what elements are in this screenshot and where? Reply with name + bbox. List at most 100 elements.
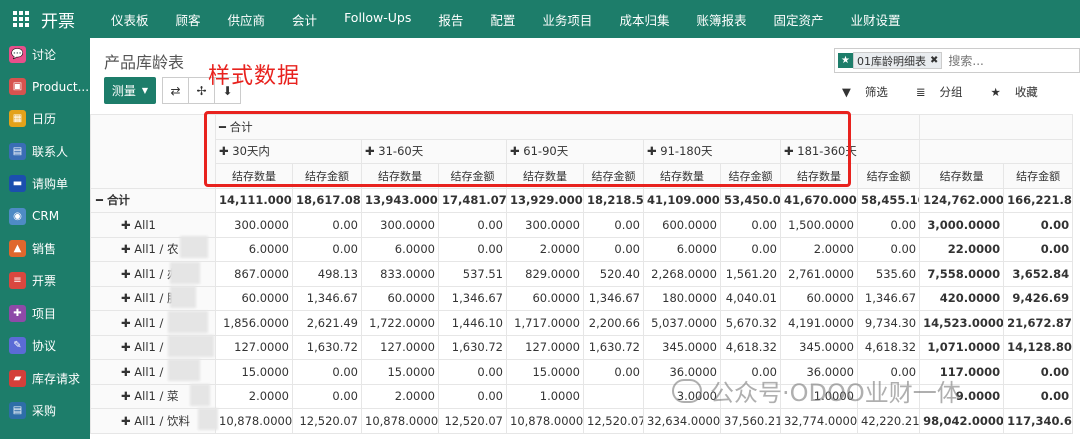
pivot-cell[interactable]: 0.00: [438, 359, 507, 385]
pivot-cell[interactable]: 17,481.07: [438, 187, 507, 213]
pivot-cell[interactable]: 1,717.0000: [506, 310, 584, 336]
pivot-cell[interactable]: 5,037.0000: [643, 310, 721, 336]
pivot-cell[interactable]: 37,560.21: [720, 408, 781, 434]
top-menu-item[interactable]: 会计: [292, 10, 317, 29]
pivot-cell[interactable]: 6.0000: [361, 236, 439, 262]
pivot-cell[interactable]: 9,426.69: [1003, 285, 1074, 311]
pivot-cell[interactable]: 1,856.0000: [215, 310, 293, 336]
pivot-cell[interactable]: 0.00: [438, 212, 507, 238]
pivot-cell[interactable]: 420.0000: [919, 285, 1005, 311]
sidebar-item[interactable]: ▣ Product...: [0, 70, 90, 102]
column-group-header[interactable]: ✚ 31-60天: [361, 138, 507, 164]
pivot-cell[interactable]: 12,520.07: [438, 408, 507, 434]
pivot-cell[interactable]: 10,878.0000: [361, 408, 439, 434]
top-menu-item[interactable]: 供应商: [228, 10, 266, 29]
pivot-cell[interactable]: 2,200.66: [583, 310, 644, 336]
measure-button[interactable]: 测量 ▼: [104, 77, 156, 104]
pivot-cell[interactable]: 180.0000: [643, 285, 721, 311]
sidebar-item[interactable]: ▤ 联系人: [0, 135, 90, 167]
pivot-cell[interactable]: 0.00: [856, 212, 921, 238]
pivot-cell[interactable]: 32,774.0000: [780, 408, 858, 434]
pivot-cell[interactable]: 127.0000: [361, 334, 439, 360]
top-menu-item[interactable]: 业财设置: [850, 10, 900, 29]
flip-axis-button[interactable]: ⇄: [162, 77, 189, 104]
pivot-cell[interactable]: 0.00: [1003, 236, 1074, 262]
pivot-cell[interactable]: 0.00: [583, 236, 644, 262]
pivot-cell[interactable]: 10,878.0000: [215, 408, 293, 434]
column-group-header[interactable]: ✚ 181-360天: [779, 138, 921, 164]
pivot-cell[interactable]: 0.00: [292, 359, 362, 385]
pivot-cell[interactable]: 14,128.80: [1003, 334, 1074, 360]
sidebar-item[interactable]: ◉ CRM: [0, 200, 90, 232]
pivot-cell[interactable]: 117,340.63: [1003, 408, 1074, 434]
top-menu-item[interactable]: 仪表板: [111, 10, 149, 29]
pivot-cell[interactable]: 2.0000: [780, 236, 858, 262]
pivot-cell[interactable]: 10,878.0000: [506, 408, 584, 434]
measure-header[interactable]: 结存数量: [361, 163, 439, 189]
pivot-cell[interactable]: 14,111.0000: [215, 187, 293, 213]
measure-header[interactable]: 结存金额: [292, 163, 362, 189]
pivot-cell[interactable]: 1,500.0000: [780, 212, 858, 238]
pivot-cell[interactable]: 345.0000: [643, 334, 721, 360]
pivot-cell[interactable]: 0.00: [1003, 212, 1074, 238]
pivot-cell[interactable]: 1,561.20: [720, 261, 781, 287]
pivot-cell[interactable]: 127.0000: [506, 334, 584, 360]
pivot-cell[interactable]: 60.0000: [506, 285, 584, 311]
pivot-cell[interactable]: 520.40: [583, 261, 644, 287]
pivot-cell[interactable]: 2,621.49: [292, 310, 362, 336]
pivot-cell[interactable]: 13,929.0000: [506, 187, 584, 213]
measure-header[interactable]: 结存数量: [506, 163, 584, 189]
pivot-cell[interactable]: 833.0000: [361, 261, 439, 287]
pivot-cell[interactable]: 829.0000: [506, 261, 584, 287]
pivot-cell[interactable]: 9,734.30: [856, 310, 921, 336]
pivot-cell[interactable]: 0.00: [1003, 383, 1074, 409]
search-bar[interactable]: ★ 01库龄明细表 ✖: [834, 48, 1080, 73]
pivot-cell[interactable]: 1,346.67: [583, 285, 644, 311]
pivot-cell[interactable]: 2.0000: [506, 236, 584, 262]
pivot-cell[interactable]: 98,042.0000: [919, 408, 1005, 434]
row-header[interactable]: ✚ All1 / 服: [90, 285, 216, 311]
pivot-cell[interactable]: 0.00: [720, 236, 781, 262]
pivot-cell[interactable]: 166,221.83: [1003, 187, 1074, 213]
pivot-cell[interactable]: 0.00: [720, 212, 781, 238]
pivot-cell[interactable]: 0.00: [583, 359, 644, 385]
measure-header[interactable]: 结存金额: [583, 163, 644, 189]
measure-header[interactable]: 结存金额: [856, 163, 921, 189]
column-group-header[interactable]: ✚ 91-180天: [643, 138, 781, 164]
pivot-cell[interactable]: 58,455.10: [856, 187, 921, 213]
app-title[interactable]: 开票: [41, 7, 101, 32]
top-menu-item[interactable]: 配置: [490, 10, 515, 29]
measure-header[interactable]: 结存数量: [643, 163, 721, 189]
pivot-cell[interactable]: 7,558.0000: [919, 261, 1005, 287]
pivot-cell[interactable]: 41,109.0000: [643, 187, 721, 213]
pivot-cell[interactable]: 2.0000: [361, 383, 439, 409]
pivot-cell[interactable]: 22.0000: [919, 236, 1005, 262]
pivot-cell[interactable]: 12,520.07: [583, 408, 644, 434]
sidebar-item[interactable]: ▰ 库存请求: [0, 362, 90, 394]
measure-header[interactable]: 结存金额: [438, 163, 507, 189]
pivot-cell[interactable]: 60.0000: [780, 285, 858, 311]
pivot-cell[interactable]: 3,652.84: [1003, 261, 1074, 287]
pivot-cell[interactable]: 21,672.87: [1003, 310, 1074, 336]
top-menu-item[interactable]: 顾客: [176, 10, 201, 29]
sidebar-item[interactable]: ▬ 请购单: [0, 168, 90, 200]
pivot-cell[interactable]: 1,346.67: [292, 285, 362, 311]
top-menu-item[interactable]: 报告: [438, 10, 463, 29]
pivot-cell[interactable]: 2,761.0000: [780, 261, 858, 287]
pivot-cell[interactable]: 1,630.72: [292, 334, 362, 360]
sidebar-item[interactable]: ✎ 协议: [0, 330, 90, 362]
pivot-cell[interactable]: 18,617.08: [292, 187, 362, 213]
top-menu-item[interactable]: Follow-Ups: [344, 10, 411, 29]
pivot-cell[interactable]: 1,722.0000: [361, 310, 439, 336]
pivot-cell[interactable]: 3,000.0000: [919, 212, 1005, 238]
pivot-cell[interactable]: 15.0000: [215, 359, 293, 385]
measure-header[interactable]: 结存金额: [1003, 163, 1074, 189]
pivot-cell[interactable]: 6.0000: [643, 236, 721, 262]
pivot-cell[interactable]: 4,618.32: [856, 334, 921, 360]
sidebar-item[interactable]: ▤ 采购: [0, 394, 90, 426]
pivot-cell[interactable]: 4,191.0000: [780, 310, 858, 336]
pivot-cell[interactable]: 1,446.10: [438, 310, 507, 336]
top-menu-item[interactable]: 成本归集: [619, 10, 669, 29]
pivot-cell[interactable]: 32,634.0000: [643, 408, 721, 434]
pivot-cell[interactable]: 535.60: [856, 261, 921, 287]
